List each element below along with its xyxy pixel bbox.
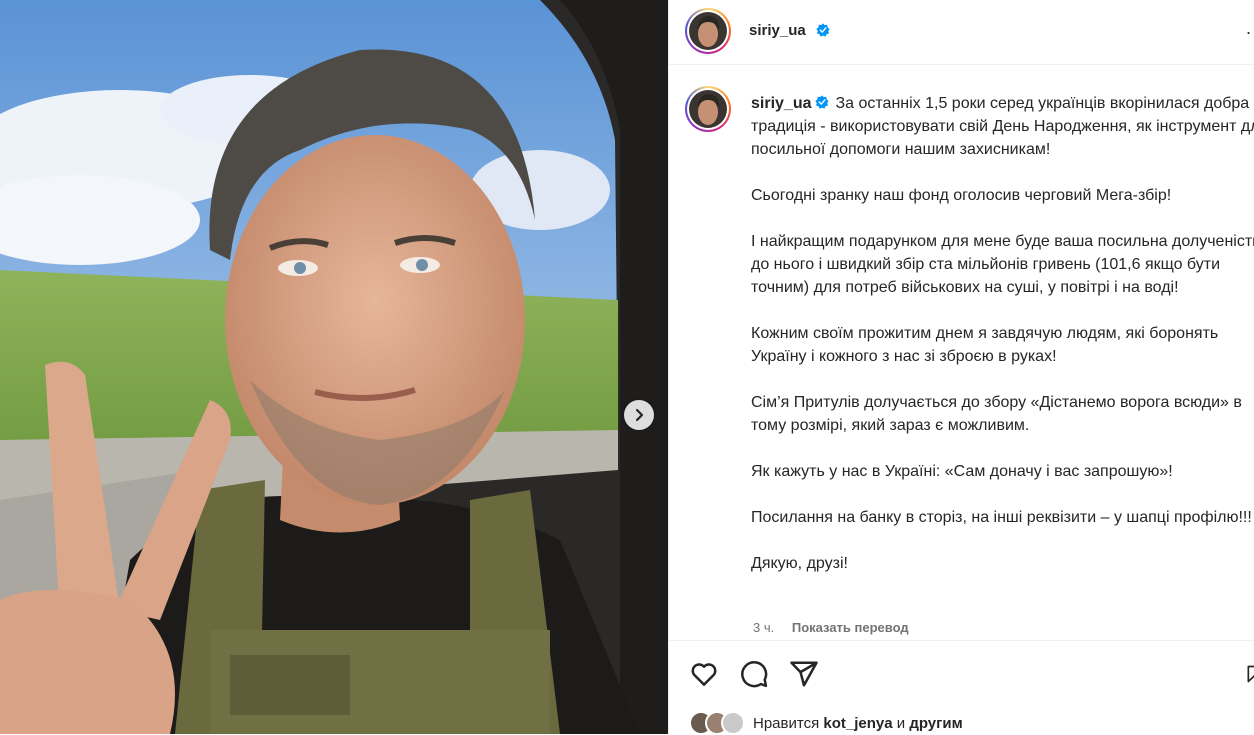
- caption-paragraph: І найкращим подарунком для мене буде ваш…: [751, 233, 1254, 296]
- post-panel: siriy_ua ... siriy_uaЗа останніх 1,5 рок…: [668, 0, 1254, 735]
- selfie-image: [0, 0, 668, 734]
- caption-paragraph: siriy_ua За останніх 1,5 роки серед украї…: [751, 92, 1254, 161]
- likes-row: Нравится kot_jenya и другим: [689, 711, 963, 735]
- post-meta: 3 ч. Показать перевод: [753, 620, 909, 635]
- share-icon[interactable]: [789, 659, 819, 689]
- avatar-image: [689, 90, 727, 128]
- caption-username[interactable]: siriy_ua: [751, 95, 811, 112]
- header-username[interactable]: siriy_ua: [749, 22, 806, 39]
- bookmark-icon[interactable]: [1245, 659, 1254, 689]
- post-header: siriy_ua ...: [669, 0, 1254, 65]
- caption-paragraph: Дякую, друзі!: [751, 555, 848, 572]
- more-options-button[interactable]: ...: [1246, 18, 1254, 39]
- caption-paragraph: Посилання на банку в сторіз, на інші рек…: [751, 509, 1252, 526]
- caption-avatar[interactable]: [685, 86, 731, 132]
- caption-text: siriy_ua За останніх 1,5 роки серед украї…: [751, 92, 1254, 575]
- caption-paragraph: Кожним своїм прожитим днем я завдячую лю…: [751, 325, 1219, 365]
- liker-avatar: [721, 711, 745, 735]
- chevron-right-icon: [635, 408, 644, 422]
- comment-icon[interactable]: [739, 659, 769, 689]
- heart-icon[interactable]: [689, 659, 719, 689]
- avatar-image: [689, 12, 727, 50]
- post-photo: [0, 0, 668, 734]
- verified-icon: [816, 23, 830, 37]
- caption-paragraph: Сьогодні зранку наш фонд оголосив чергов…: [751, 187, 1172, 204]
- action-bar: Нравится kot_jenya и другим: [669, 640, 1254, 735]
- caption-paragraph: Сім’я Притулів долучається до збору «Діс…: [751, 394, 1242, 434]
- likes-others-link[interactable]: другим: [909, 715, 962, 732]
- verified-icon: [815, 95, 830, 109]
- likes-prefix: Нравится: [753, 714, 820, 732]
- likes-text: Нравится kot_jenya и другим: [753, 715, 963, 732]
- likes-user-link[interactable]: kot_jenya: [823, 715, 892, 732]
- likes-connector: и: [896, 714, 906, 732]
- post-time: 3 ч.: [753, 620, 775, 635]
- translate-link[interactable]: Показать перевод: [792, 620, 909, 635]
- next-photo-button[interactable]: [624, 400, 654, 430]
- caption-paragraph: Як кажуть у нас в Україні: «Сам доначу і…: [751, 463, 1173, 480]
- header-avatar[interactable]: [685, 8, 731, 54]
